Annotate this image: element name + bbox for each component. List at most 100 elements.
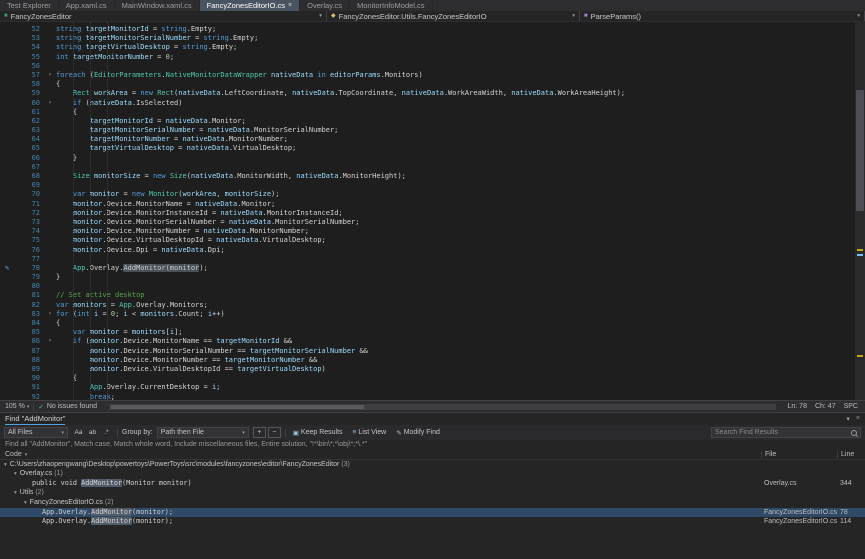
regex-icon[interactable]: .* <box>100 427 113 438</box>
expander-icon[interactable]: ▾ <box>14 490 17 496</box>
code-line-83[interactable]: 83▾for (int i = 0; i < monitors.Count; i… <box>0 310 855 319</box>
type-dropdown[interactable]: ◆ FancyZonesEditor.Utils.FancyZonesEdito… <box>327 11 580 21</box>
code-line-80[interactable]: 80 <box>0 282 855 291</box>
tool-window-titlebar[interactable]: Find "AddMonitor" ▾ × <box>0 413 865 425</box>
tab-monitorinfomodel-cs[interactable]: MonitorInfoModel.cs <box>350 0 433 11</box>
code-line-81[interactable]: 81// Set active desktop <box>0 291 855 300</box>
scrollbar-thumb[interactable] <box>856 90 864 211</box>
code-line-60[interactable]: 60▾ if (nativeData.IsSelected) <box>0 99 855 108</box>
code-line-54[interactable]: 54string targetVirtualDesktop = string.E… <box>0 43 855 52</box>
code-line-86[interactable]: 86▾ if (monitor.Device.MonitorName == ta… <box>0 337 855 346</box>
keep-results-toggle[interactable]: ▣ Keep Results <box>290 427 346 438</box>
document-health[interactable]: ✓ No issues found <box>38 403 97 411</box>
find-group-row[interactable]: ▾FancyZonesEditorIO.cs (2) <box>0 498 865 508</box>
code-line-52[interactable]: 52string targetMonitorId = string.Empty; <box>0 25 855 34</box>
zoom-selector[interactable]: 105 % ▾ <box>5 403 29 410</box>
code-line-84[interactable]: 84{ <box>0 319 855 328</box>
code-line-56[interactable]: 56 <box>0 62 855 71</box>
code-line-61[interactable]: 61 { <box>0 108 855 117</box>
expander-icon[interactable]: ▾ <box>4 462 7 468</box>
fold-margin <box>44 282 56 291</box>
group-by-dropdown[interactable]: Path then File ▾ <box>157 427 249 438</box>
scrollbar-thumb[interactable] <box>111 405 364 409</box>
fold-chevron-icon[interactable]: ▾ <box>44 310 56 319</box>
fold-margin <box>44 80 56 89</box>
code-line-53[interactable]: 53string targetMonitorSerialNumber = str… <box>0 34 855 43</box>
list-view-toggle[interactable]: ≡ List View <box>350 427 390 438</box>
code-line-74[interactable]: 74 monitor.Device.MonitorNumber = native… <box>0 227 855 236</box>
glyph-margin <box>0 154 14 163</box>
fold-chevron-icon[interactable]: ▾ <box>44 99 56 108</box>
tab-test-explorer[interactable]: Test Explorer <box>0 0 59 11</box>
find-result-row[interactable]: App.Overlay.AddMonitor(monitor);FancyZon… <box>0 517 865 527</box>
indentation-indicator[interactable]: SPC <box>844 403 858 410</box>
code-column-header[interactable]: Code ▾ <box>0 451 761 458</box>
code-line-85[interactable]: 85 var monitor = monitors[i]; <box>0 328 855 337</box>
window-menu-icon[interactable]: ▾ <box>846 415 850 423</box>
member-dropdown[interactable]: ■ ParseParams() ▾ <box>580 11 865 21</box>
line-number: 80 <box>14 282 44 291</box>
match-word-icon[interactable]: ab <box>86 427 99 438</box>
project-dropdown[interactable]: ■ FancyZonesEditor ▾ <box>0 11 327 21</box>
file-column-header[interactable]: File <box>761 451 837 458</box>
code-line-82[interactable]: 82var monitors = App.Overlay.Monitors; <box>0 301 855 310</box>
code-line-57[interactable]: 57▾foreach (EditorParameters.NativeMonit… <box>0 71 855 80</box>
code-line-64[interactable]: 64 targetMonitorNumber = nativeData.Moni… <box>0 135 855 144</box>
code-line-88[interactable]: 88 monitor.Device.MonitorNumber == targe… <box>0 356 855 365</box>
tab-mainwindow-xaml-cs[interactable]: MainWindow.xaml.cs <box>115 0 200 11</box>
modify-find-button[interactable]: ✎ Modify Find <box>393 427 443 438</box>
match-post: (monitor); <box>132 508 173 516</box>
expander-icon[interactable]: ▾ <box>14 471 17 477</box>
vertical-scrollbar[interactable] <box>855 22 865 400</box>
tab-overlay-cs[interactable]: Overlay.cs <box>300 0 350 11</box>
code-text: } <box>56 273 60 282</box>
code-line-91[interactable]: 91 App.Overlay.CurrentDesktop = i; <box>0 383 855 392</box>
code-line-67[interactable]: 67 <box>0 163 855 172</box>
search-results-input[interactable]: Search Find Results <box>711 427 861 438</box>
code-line-89[interactable]: 89 monitor.Device.VirtualDesktopId == ta… <box>0 365 855 374</box>
line-indicator[interactable]: Ln: 78 <box>788 403 807 410</box>
navigation-bar: ■ FancyZonesEditor ▾ ◆ FancyZonesEditor.… <box>0 11 865 22</box>
code-line-76[interactable]: 76 monitor.Device.Dpi = nativeData.Dpi; <box>0 246 855 255</box>
code-line-58[interactable]: 58{ <box>0 80 855 89</box>
collapse-all-icon[interactable]: − <box>268 427 281 438</box>
code-line-72[interactable]: 72 monitor.Device.MonitorInstanceId = na… <box>0 209 855 218</box>
code-editor[interactable]: 52string targetMonitorId = string.Empty;… <box>0 22 865 400</box>
close-icon[interactable]: × <box>288 2 292 9</box>
code-line-77[interactable]: 77 <box>0 255 855 264</box>
code-line-69[interactable]: 69 <box>0 181 855 190</box>
column-indicator[interactable]: Ch: 47 <box>815 403 836 410</box>
fold-margin <box>44 108 56 117</box>
code-line-59[interactable]: 59 Rect workArea = new Rect(nativeData.L… <box>0 89 855 98</box>
tab-fancyzoneseditorio-cs[interactable]: FancyZonesEditorIO.cs× <box>200 0 300 11</box>
code-line-71[interactable]: 71 monitor.Device.MonitorName = nativeDa… <box>0 200 855 209</box>
code-line-92[interactable]: 92 break; <box>0 393 855 401</box>
type-name: FancyZonesEditor.Utils.FancyZonesEditorI… <box>339 12 487 21</box>
find-result-row[interactable]: App.Overlay.AddMonitor(monitor);FancyZon… <box>0 508 865 518</box>
line-column-header[interactable]: Line <box>837 451 865 458</box>
find-group-row[interactable]: ▾Overlay.cs (1) <box>0 470 865 480</box>
code-line-90[interactable]: 90 { <box>0 374 855 383</box>
expander-icon[interactable]: ▾ <box>24 500 27 506</box>
fold-chevron-icon[interactable]: ▾ <box>44 71 56 80</box>
match-case-icon[interactable]: Aa <box>72 427 85 438</box>
code-line-63[interactable]: 63 targetMonitorSerialNumber = nativeDat… <box>0 126 855 135</box>
horizontal-scrollbar[interactable] <box>109 404 775 410</box>
code-line-62[interactable]: 62 targetMonitorId = nativeData.Monitor; <box>0 117 855 126</box>
tab-app-xaml-cs[interactable]: App.xaml.cs <box>59 0 115 11</box>
code-line-55[interactable]: 55int targetMonitorNumber = 0; <box>0 53 855 62</box>
code-line-73[interactable]: 73 monitor.Device.MonitorSerialNumber = … <box>0 218 855 227</box>
code-line-70[interactable]: 70 var monitor = new Monitor(workArea, m… <box>0 190 855 199</box>
code-line-75[interactable]: 75 monitor.Device.VirtualDesktopId = nat… <box>0 236 855 245</box>
code-line-78[interactable]: ✎78 App.Overlay.AddMonitor(monitor); <box>0 264 855 273</box>
fold-margin <box>44 53 56 62</box>
expand-all-icon[interactable]: + <box>253 427 266 438</box>
code-line-66[interactable]: 66 } <box>0 154 855 163</box>
code-line-68[interactable]: 68 Size monitorSize = new Size(nativeDat… <box>0 172 855 181</box>
code-line-65[interactable]: 65 targetVirtualDesktop = nativeData.Vir… <box>0 144 855 153</box>
code-line-87[interactable]: 87 monitor.Device.MonitorSerialNumber ==… <box>0 347 855 356</box>
scope-dropdown[interactable]: All Files ▾ <box>4 427 68 438</box>
code-line-79[interactable]: 79} <box>0 273 855 282</box>
close-icon[interactable]: × <box>856 415 860 423</box>
fold-chevron-icon[interactable]: ▾ <box>44 337 56 346</box>
